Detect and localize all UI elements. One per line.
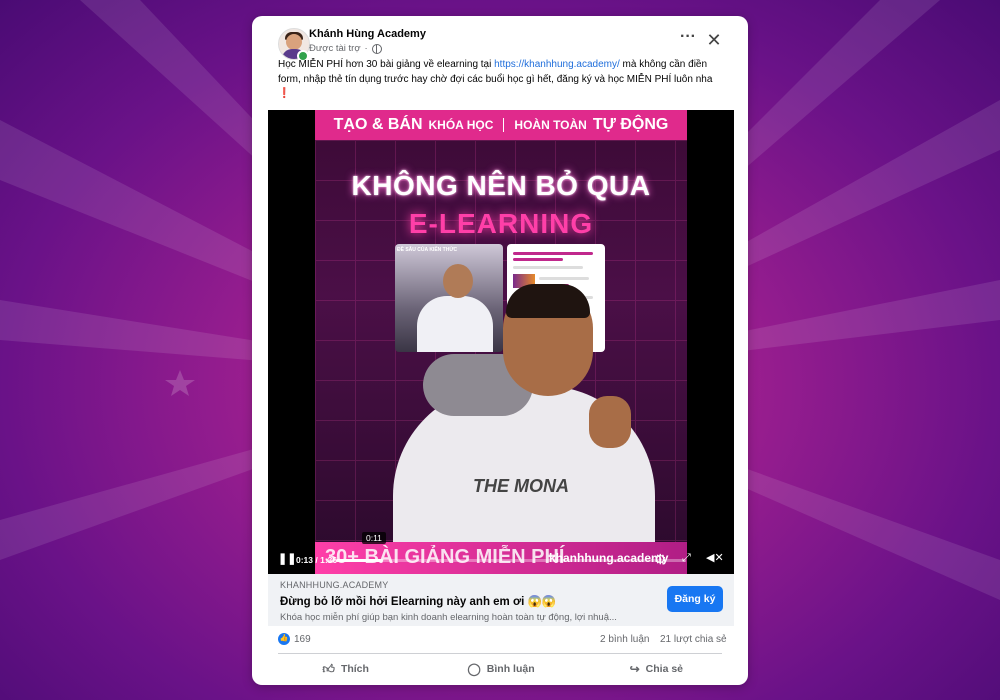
video-headline-1: KHÔNG NÊN BỎ QUA bbox=[351, 170, 651, 201]
like-count[interactable]: 169 bbox=[294, 634, 311, 645]
close-icon[interactable]: ✕ bbox=[704, 30, 724, 50]
fullscreen-icon[interactable]: ⤢ bbox=[682, 552, 696, 566]
caption-link[interactable]: https://khanhhung.academy/ bbox=[494, 59, 620, 70]
link-description: Khóa học miễn phí giúp bạn kinh doanh el… bbox=[280, 612, 617, 623]
globe-icon bbox=[371, 43, 382, 54]
sponsored-post-card: Khánh Hùng Academy Được tài trợ · ··· ✕ … bbox=[252, 16, 748, 685]
progress-fill bbox=[336, 559, 384, 562]
shirt-logo: THE MONA bbox=[473, 476, 569, 496]
share-label: Chia sẻ bbox=[645, 663, 684, 675]
sponsored-text: Được tài trợ bbox=[309, 43, 361, 54]
banner-text-1: TẠO & BÁN bbox=[333, 116, 423, 133]
pause-icon[interactable]: ❚❚ bbox=[278, 552, 296, 566]
video-controls: ❚❚ 0:13 / 1:36 ⚙ ⤢ ◀✕ bbox=[268, 546, 734, 574]
video-headline-2: E-LEARNING bbox=[408, 208, 594, 239]
star-icon bbox=[165, 370, 195, 396]
share-icon: ↪ bbox=[629, 662, 640, 676]
mute-icon[interactable]: ◀✕ bbox=[706, 551, 724, 567]
post-caption: Học MIỄN PHÍ hơn 30 bài giảng về elearni… bbox=[278, 58, 730, 102]
link-title: Đừng bỏ lỡ mồi hởi Elearning này anh em … bbox=[280, 596, 557, 608]
page-name[interactable]: Khánh Hùng Academy bbox=[309, 28, 426, 40]
link-domain: KHANHHUNG.ACADEMY bbox=[280, 580, 389, 590]
comment-button[interactable]: ◯ Bình luận bbox=[423, 654, 578, 684]
comment-icon: ◯ bbox=[467, 662, 481, 676]
hover-time-tooltip: 0:11 bbox=[362, 532, 386, 544]
like-button[interactable]: 👍︎ Thích bbox=[268, 654, 423, 684]
sponsored-label[interactable]: Được tài trợ · bbox=[309, 43, 382, 54]
like-label: Thích bbox=[340, 663, 369, 675]
progress-bar[interactable] bbox=[336, 559, 686, 562]
share-count[interactable]: 21 lượt chia sẻ bbox=[660, 634, 727, 645]
inset-label: ĐỀ SÂU CỦA KIẾN THỨC bbox=[397, 247, 458, 253]
video-frame: TẠO & BÁN KHÓA HỌC HOÀN TOÀN TỰ ĐỘNG KHÔ… bbox=[315, 110, 687, 574]
more-options-button[interactable]: ··· bbox=[678, 29, 698, 50]
post-stats: 👍 169 2 bình luận 21 lượt chia sẻ bbox=[268, 629, 734, 651]
thumbs-up-icon: 👍︎ bbox=[322, 661, 335, 676]
comment-count[interactable]: 2 bình luận bbox=[600, 634, 650, 645]
video-player[interactable]: TẠO & BÁN KHÓA HỌC HOÀN TOÀN TỰ ĐỘNG KHÔ… bbox=[268, 110, 734, 574]
gear-icon[interactable]: ⚙ bbox=[654, 551, 670, 567]
share-button[interactable]: ↪ Chia sẻ bbox=[579, 654, 734, 684]
video-banner: TẠO & BÁN KHÓA HỌC HOÀN TOÀN TỰ ĐỘNG bbox=[315, 110, 687, 140]
post-actions: 👍︎ Thích ◯ Bình luận ↪ Chia sẻ bbox=[268, 654, 734, 684]
link-preview[interactable]: KHANHHUNG.ACADEMY Đừng bỏ lỡ mồi hởi Ele… bbox=[268, 574, 734, 626]
banner-text-2: KHÓA HỌC bbox=[428, 118, 494, 132]
banner-text-4: TỰ ĐỘNG bbox=[592, 116, 669, 133]
like-reaction-icon[interactable]: 👍 bbox=[278, 633, 290, 645]
caption-text-1: Học MIỄN PHÍ hơn 30 bài giảng về elearni… bbox=[278, 59, 495, 70]
presenter: THE MONA bbox=[363, 284, 663, 574]
comment-label: Bình luận bbox=[486, 663, 535, 675]
signup-button[interactable]: Đăng ký bbox=[667, 586, 723, 612]
banner-text-3: HOÀN TOÀN bbox=[514, 118, 587, 132]
video-time: 0:13 / 1:36 bbox=[296, 555, 338, 565]
exclamation-emoji: ❗ bbox=[278, 88, 291, 99]
